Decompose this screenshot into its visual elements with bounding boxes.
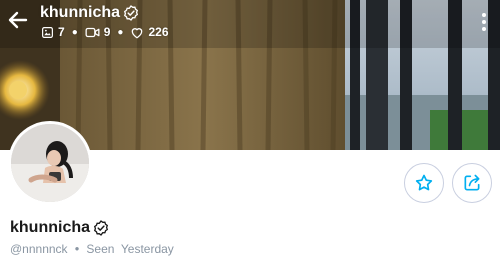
image-icon	[42, 26, 53, 38]
meta-separator: ●	[74, 244, 80, 253]
top-bar: khunnicha 7 ● 9 ● 226	[0, 0, 500, 56]
videos-stat[interactable]: 9	[85, 25, 111, 39]
profile-name: khunnicha	[10, 217, 109, 239]
profile-display-name: khunnicha	[10, 219, 91, 236]
more-options-button[interactable]	[476, 10, 492, 34]
avatar-photo	[11, 124, 89, 202]
profile-meta: @nnnnnck ● Seen Yesterday	[10, 241, 174, 257]
share-icon	[464, 174, 480, 191]
share-button[interactable]	[452, 163, 492, 203]
add-to-favorites-button[interactable]	[404, 163, 444, 203]
likes-stat: 226	[130, 25, 169, 39]
heart-icon	[132, 27, 143, 38]
avatar-image	[11, 124, 89, 202]
more-vertical-icon	[482, 13, 486, 31]
header-stats: 7 ● 9 ● 226	[41, 23, 169, 41]
stats-separator: ●	[117, 26, 124, 38]
arrow-left-icon	[8, 11, 28, 29]
videos-count: 9	[103, 25, 111, 39]
video-icon	[85, 27, 100, 37]
star-icon	[415, 174, 433, 191]
likes-count: 226	[148, 25, 169, 39]
stats-separator: ●	[71, 26, 78, 38]
header-username: khunnicha	[40, 2, 139, 24]
back-button[interactable]	[6, 8, 30, 32]
last-seen: Seen Yesterday	[86, 242, 174, 256]
verified-badge-icon	[93, 220, 109, 236]
profile-handle: @nnnnnck	[10, 242, 68, 256]
photos-stat[interactable]: 7	[41, 25, 65, 39]
header-username-text: khunnicha	[40, 4, 121, 21]
verified-badge-icon	[123, 5, 139, 21]
photos-count: 7	[58, 25, 65, 39]
avatar[interactable]	[8, 121, 92, 205]
